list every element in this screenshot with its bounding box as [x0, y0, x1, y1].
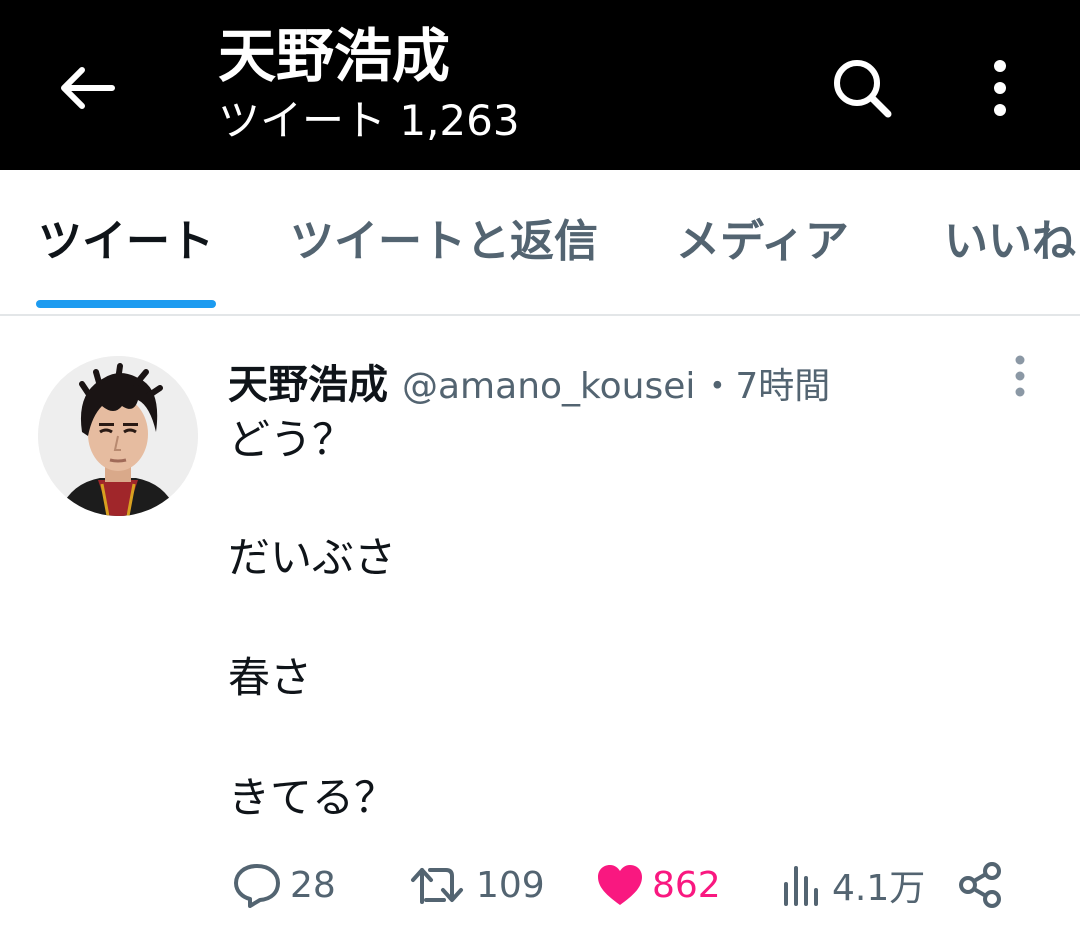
author-name[interactable]: 天野浩成 — [228, 352, 388, 410]
author-handle[interactable]: @amano_kousei — [402, 366, 695, 407]
tweet-count-subtitle: ツイート 1,263 — [218, 96, 520, 145]
arrow-left-icon — [61, 67, 115, 109]
tweet-text-line: どう？ — [228, 415, 355, 464]
like-button[interactable]: 862 — [596, 852, 721, 918]
tab-tweets-and-replies[interactable]: ツイートと返信 — [290, 212, 598, 272]
reply-count: 28 — [290, 864, 336, 906]
views-button[interactable]: 4.1万 — [780, 852, 925, 918]
profile-tabs: ツイート ツイートと返信 メディア いいね — [0, 170, 1080, 316]
header-titles: 天野浩成 ツイート 1,263 — [218, 18, 520, 146]
share-icon — [959, 862, 1001, 908]
tweet-text-line: きてる？ — [228, 773, 397, 822]
retweet-button[interactable]: 109 — [410, 852, 545, 918]
bar-chart-icon — [784, 866, 818, 906]
share-button[interactable] — [956, 852, 1004, 918]
retweet-icon — [411, 868, 463, 904]
divider — [0, 314, 1080, 316]
like-count: 862 — [652, 864, 721, 906]
reply-icon — [234, 864, 280, 908]
tweet-timestamp[interactable]: ・7時間 — [699, 357, 830, 409]
heart-filled-icon — [598, 865, 642, 905]
more-options-button[interactable] — [968, 46, 1032, 130]
search-button[interactable] — [820, 46, 904, 130]
reply-button[interactable]: 28 — [232, 852, 336, 918]
retweet-count: 109 — [476, 864, 545, 906]
active-tab-indicator — [36, 300, 216, 308]
tweet-action-bar: 28 109 862 4.1万 — [0, 852, 1080, 918]
tweet-header: 天野浩成 @amano_kousei ・7時間 — [228, 352, 830, 408]
tweet-more-button[interactable] — [1000, 350, 1040, 402]
tab-likes[interactable]: いいね — [944, 212, 1076, 272]
search-icon — [834, 60, 892, 118]
more-vertical-icon — [994, 60, 1006, 116]
views-count: 4.1万 — [832, 868, 926, 909]
profile-photo — [38, 356, 198, 516]
top-app-bar: 天野浩成 ツイート 1,263 — [0, 0, 1080, 170]
tab-media[interactable]: メディア — [676, 212, 849, 272]
avatar[interactable] — [38, 356, 198, 516]
page-title: 天野浩成 — [218, 22, 451, 90]
more-vertical-icon — [1015, 355, 1025, 397]
tweet-text-line: 春さ — [228, 653, 313, 702]
tweet-text-line: だいぶさ — [228, 533, 397, 582]
back-button[interactable] — [48, 50, 124, 126]
tab-tweets[interactable]: ツイート — [38, 212, 214, 272]
